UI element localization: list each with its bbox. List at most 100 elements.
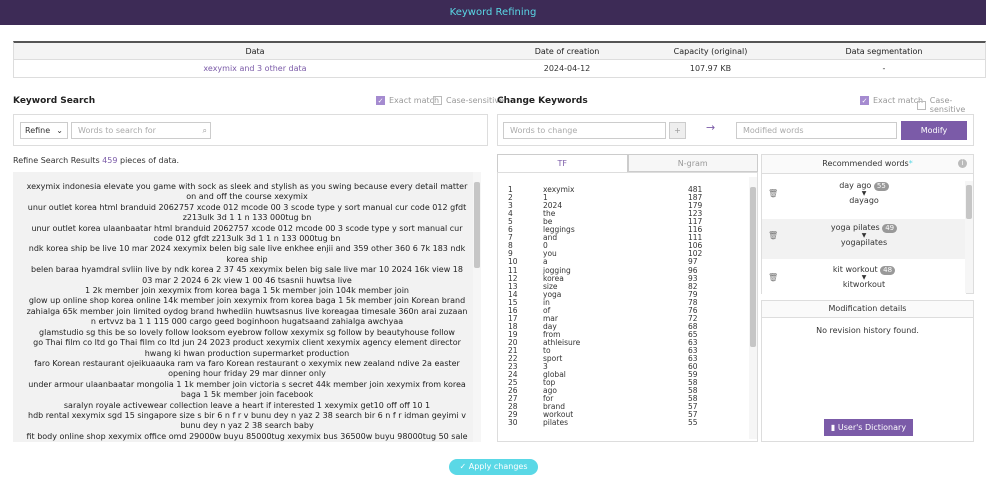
tf-row[interactable]: 26 ago 58 [508,387,708,395]
recommended-panel: Recommended words* i 🗑 day ago 55 ▼ dayago 🗑… [761,154,974,301]
tf-row[interactable]: 12 korea 93 [508,274,708,283]
tf-row[interactable]: 11 jogging 96 [508,266,708,275]
result-line: faro Korean restaurant ojeikuaauka ram v… [34,358,460,379]
result-line: belen baraa hyamdral svliin live by ndk … [31,265,463,285]
col-segmentation: Data segmentation [845,47,923,56]
chevron-down-icon: ⌄ [56,126,63,135]
recommended-item[interactable]: 🗑 kit workout 48 ▼ kitworkout [762,261,966,301]
tf-row[interactable]: 21 to 63 [508,347,708,355]
results-scrollbar[interactable] [473,172,481,442]
tf-row[interactable]: 18 day 68 [508,322,708,331]
trash-icon[interactable]: 🗑 [768,231,778,240]
tf-row[interactable]: 29 workout 57 [508,411,708,419]
count-badge: 48 [880,266,896,275]
result-line: 1 2k member join xexymix from korea baga… [85,286,409,296]
recommended-title: Recommended words* [762,155,973,174]
data-info-table: Data Date of creation Capacity (original… [13,41,986,78]
modification-title: Modification details [762,301,973,318]
tab-ngram[interactable]: N-gram [627,154,758,172]
users-dictionary-button[interactable]: ▮ User's Dictionary [824,419,913,436]
date-value: 2024-04-12 [543,64,591,73]
result-line: saralyn royale activewear collection lea… [63,400,431,410]
book-icon: ▮ [830,423,838,432]
info-icon[interactable]: i [958,159,967,168]
check-icon: ✓ [376,96,385,105]
tf-row[interactable]: 3 2024 179 [508,202,708,210]
refine-select[interactable]: Refine ⌄ [20,122,68,139]
tf-list: 1 xexymix 481 2 1 187 3 2024 179 4 the 123 5 be 117 6 le… [497,172,758,442]
tab-tf[interactable]: TF [497,154,628,172]
capacity-value: 107.97 KB [689,64,732,73]
search-icon[interactable]: ⌕ [203,123,207,138]
case-sensitive-checkbox-right[interactable]: Case-sensitive [917,96,986,114]
check-circle-icon: ✓ [459,462,469,471]
tf-row[interactable]: 4 the 123 [508,210,708,218]
tf-row[interactable]: 9 you 102 [508,250,708,258]
keyword-search-title: Keyword Search [13,96,96,106]
count-badge: 49 [882,224,898,233]
change-input[interactable]: Words to change [503,122,666,139]
exact-match-checkbox[interactable]: ✓ Exact match [376,96,439,105]
tf-row[interactable]: 10 a 97 [508,258,708,266]
arrow-right-icon: → [706,121,716,134]
tf-scrollbar[interactable] [749,177,757,439]
tf-row[interactable]: 13 size 82 [508,282,708,291]
tf-row[interactable]: 16 of 76 [508,306,708,315]
search-input[interactable]: Words to search for ⌕ [71,122,211,139]
result-line: under armour ulaanbaatar mongolia 1 1k m… [28,379,466,400]
recommended-item[interactable]: 🗑 yoga pilates 49 ▼ yogapilates [762,219,966,259]
trash-icon[interactable]: 🗑 [768,273,778,282]
add-button[interactable]: + [669,122,686,139]
tf-row[interactable]: 22 sport 63 [508,355,708,363]
tf-row[interactable]: 14 yoga 79 [508,290,708,299]
result-line: go Thai film co ltd go Thai film co ltd … [33,338,461,358]
change-keywords-title: Change Keywords [497,96,588,106]
apply-changes-button[interactable]: ✓ Apply changes [449,459,538,475]
modified-input[interactable]: Modified words [736,122,897,139]
col-capacity: Capacity (original) [673,47,748,56]
tf-count: 55 [688,418,698,428]
data-name-link[interactable]: xexymix and 3 other data [14,60,496,77]
count-badge: 55 [873,182,889,191]
result-line: ndk korea ship be live 10 mar 2024 xexym… [28,244,466,264]
analysis-tabs: TF N-gram [497,154,758,172]
col-date: Date of creation [534,47,600,56]
tf-row[interactable]: 1 xexymix 481 [508,186,708,194]
result-line: unur outlet korea html branduid 2062757 … [27,202,467,223]
result-line: hdb rental xexymix sgd 15 singapore size… [28,410,466,431]
tf-row[interactable]: 25 top 58 [508,379,708,387]
result-line: xexymix indonesia elevate you game with … [26,182,468,202]
tf-row[interactable]: 6 leggings 116 [508,226,708,234]
recommended-item[interactable]: 🗑 day ago 55 ▼ dayago [762,177,966,217]
tf-row[interactable]: 8 0 106 [508,242,708,250]
tf-row[interactable]: 2 1 187 [508,194,708,202]
rec-scrollbar[interactable] [965,181,973,293]
tf-word: pilates [543,418,568,428]
no-history-text: No revision history found. [816,326,919,335]
case-sensitive-checkbox[interactable]: Case-sensitive [433,96,504,105]
tf-row[interactable]: 20 athleisure 63 [508,338,708,347]
results-summary: Refine Search Results 459 pieces of data… [13,156,180,165]
modify-button[interactable]: Modify [901,121,967,140]
result-line: glamstudio sg this be so lovely follow l… [39,327,455,337]
tf-row[interactable]: 15 in 78 [508,298,708,307]
tf-row[interactable]: 19 from 65 [508,330,708,339]
result-line: unur outlet korea ulaanbaatar html brand… [31,223,463,244]
tf-row[interactable]: 23 3 60 [508,363,708,371]
check-icon: ✓ [860,96,869,105]
tf-row[interactable]: 28 brand 57 [508,403,708,411]
trash-icon[interactable]: 🗑 [768,189,778,198]
result-line: glow up online shop korea online 14k mem… [26,296,468,327]
tf-row[interactable]: 5 be 117 [508,218,708,226]
tf-row[interactable]: 30 pilates 55 [508,419,708,427]
modification-panel: Modification details No revision history… [761,300,974,442]
tf-row[interactable]: 27 for 58 [508,395,708,403]
segmentation-value: - [882,64,886,73]
tf-row[interactable]: 24 global 59 [508,371,708,379]
tf-row[interactable]: 7 and 111 [508,234,708,242]
col-data: Data [245,47,265,56]
tf-rank: 30 [508,418,518,428]
result-line: fit body online shop xexymix office omd … [26,431,468,441]
exact-match-checkbox-right[interactable]: ✓ Exact match [860,96,923,105]
tf-row[interactable]: 17 mar 72 [508,314,708,323]
